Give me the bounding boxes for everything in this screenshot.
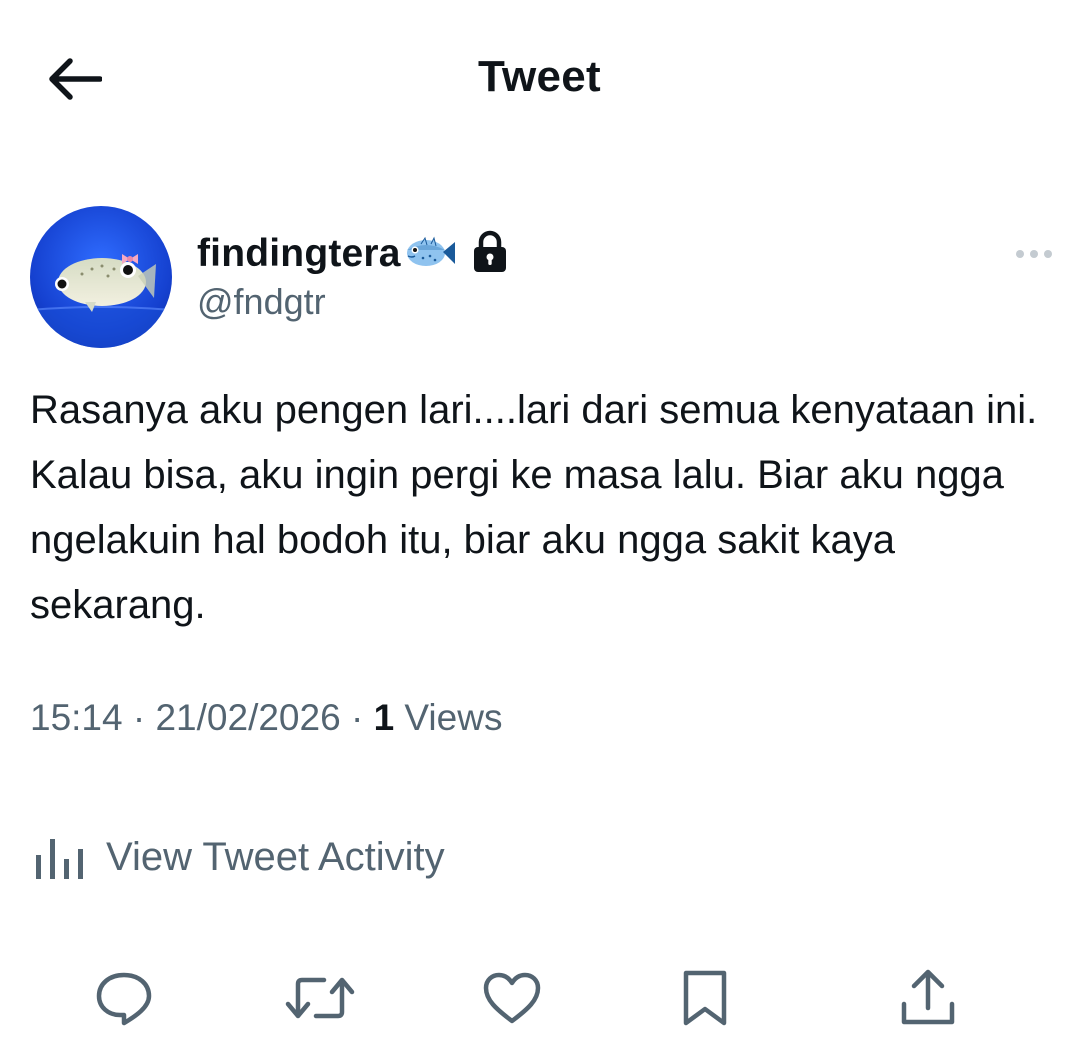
retweet-icon bbox=[285, 977, 355, 1019]
avatar[interactable] bbox=[30, 206, 172, 348]
like-button[interactable] bbox=[472, 958, 552, 1038]
tweet-date[interactable]: 21/02/2026 bbox=[155, 697, 340, 738]
views-label: Views bbox=[404, 697, 503, 738]
app-header: Tweet bbox=[0, 0, 1079, 160]
tweet-time[interactable]: 15:14 bbox=[30, 697, 123, 738]
more-horizontal-icon bbox=[1016, 250, 1052, 258]
blowfish-icon bbox=[403, 232, 457, 277]
tweet-actions-bar bbox=[0, 950, 1079, 1040]
meta-separator: · bbox=[350, 697, 364, 738]
author-name-row[interactable]: findingtera bbox=[197, 228, 509, 280]
retweet-button[interactable] bbox=[280, 958, 360, 1038]
reply-icon bbox=[96, 972, 152, 1026]
views-count: 1 bbox=[373, 697, 395, 738]
lock-icon bbox=[471, 230, 509, 279]
page-title: Tweet bbox=[478, 52, 601, 101]
author-handle[interactable]: @fndgtr bbox=[197, 281, 326, 323]
tweet-meta: 15:14 · 21/02/2026 · 1 Views bbox=[30, 697, 502, 739]
reply-button[interactable] bbox=[84, 958, 164, 1038]
bookmark-button[interactable] bbox=[665, 958, 745, 1038]
more-options-button[interactable] bbox=[1004, 236, 1064, 272]
bookmark-icon bbox=[683, 970, 727, 1026]
meta-separator: · bbox=[132, 697, 146, 738]
tweet-text: Rasanya aku pengen lari....lari dari sem… bbox=[30, 388, 1038, 627]
heart-icon bbox=[483, 972, 541, 1024]
share-button[interactable] bbox=[888, 958, 968, 1038]
share-icon bbox=[901, 969, 955, 1025]
view-tweet-activity-button[interactable]: View Tweet Activity bbox=[30, 825, 445, 889]
analytics-icon bbox=[36, 839, 83, 879]
view-tweet-activity-label: View Tweet Activity bbox=[106, 834, 445, 879]
author-display-name: findingtera bbox=[197, 232, 401, 275]
